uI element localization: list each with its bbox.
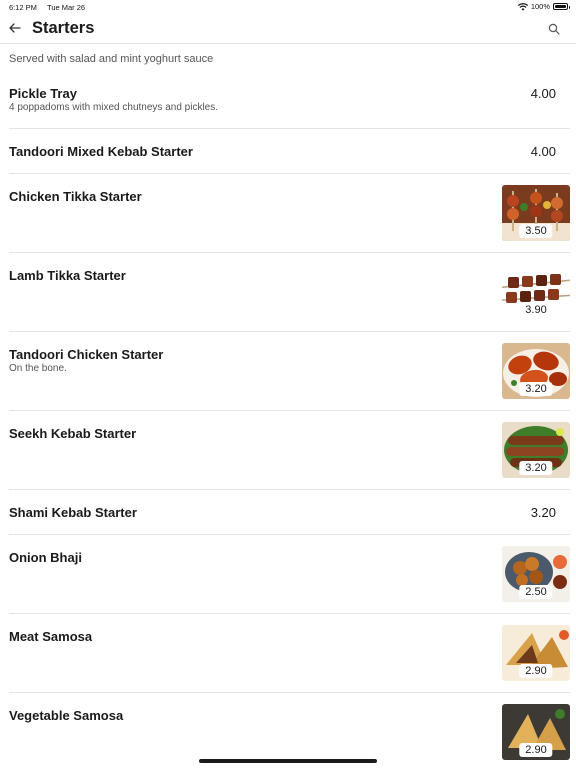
item-description: 4 poppadoms with mixed chutneys and pick…	[9, 102, 219, 113]
price-badge: 3.20	[519, 461, 553, 475]
status-left: 6:12 PM Tue Mar 26	[9, 3, 85, 12]
back-button[interactable]	[6, 19, 24, 37]
item-description: On the bone.	[9, 363, 67, 374]
price-badge: 3.20	[519, 382, 553, 396]
menu-item-tandoori-chicken[interactable]: Tandoori Chicken Starter On the bone. 3.…	[9, 332, 570, 411]
price-badge: 2.50	[519, 585, 553, 599]
menu-item-lamb-tikka[interactable]: Lamb Tikka Starter 3.90	[9, 253, 570, 332]
status-time: 6:12 PM	[9, 3, 37, 12]
home-indicator[interactable]	[199, 759, 377, 763]
status-right: 100%	[517, 2, 570, 11]
meat-samosa-photo: 2.90	[502, 625, 570, 681]
item-price: 4.00	[530, 144, 556, 159]
item-price: 4.00	[530, 86, 556, 101]
arrow-left-icon	[9, 23, 21, 33]
menu-item-seekh-kebab[interactable]: Seekh Kebab Starter 3.20	[9, 411, 570, 490]
search-icon	[548, 23, 560, 35]
item-name: Meat Samosa	[9, 629, 93, 644]
item-name: Tandoori Mixed Kebab Starter	[9, 144, 193, 159]
item-name: Shami Kebab Starter	[9, 505, 137, 520]
price-badge: 2.90	[519, 743, 553, 757]
menu-item-pickle-tray[interactable]: Pickle Tray 4 poppadoms with mixed chutn…	[9, 74, 570, 129]
page-title: Starters	[32, 19, 95, 37]
menu-item-onion-bhaji[interactable]: Onion Bhaji 2.50	[9, 535, 570, 614]
menu-item-chicken-tikka[interactable]: Chicken Tikka Starter 3.50	[9, 174, 570, 253]
status-date: Tue Mar 26	[47, 3, 86, 12]
battery-icon	[553, 3, 570, 10]
item-name: Lamb Tikka Starter	[9, 268, 126, 283]
status-bar: 6:12 PM Tue Mar 26 100%	[0, 0, 576, 14]
price-badge: 3.90	[519, 303, 553, 317]
item-name: Seekh Kebab Starter	[9, 426, 137, 441]
tandoori-chicken-photo: 3.20	[502, 343, 570, 399]
item-price: 3.20	[530, 505, 556, 520]
seekh-kebab-photo: 3.20	[502, 422, 570, 478]
nav-bar: Starters	[0, 14, 576, 44]
menu-item-shami-kebab[interactable]: Shami Kebab Starter 3.20	[9, 490, 570, 535]
vegetable-samosa-photo: 2.90	[502, 704, 570, 760]
search-button[interactable]	[548, 22, 562, 36]
item-name: Pickle Tray	[9, 86, 77, 101]
price-badge: 2.90	[519, 664, 553, 678]
item-name: Tandoori Chicken Starter	[9, 347, 164, 362]
item-name: Chicken Tikka Starter	[9, 189, 142, 204]
onion-bhaji-photo: 2.50	[502, 546, 570, 602]
menu-item-tandoori-mixed-kebab[interactable]: Tandoori Mixed Kebab Starter 4.00	[9, 129, 570, 174]
price-badge: 3.50	[519, 224, 553, 238]
section-subtitle: Served with salad and mint yoghurt sauce	[9, 53, 214, 65]
chicken-tikka-skewers-photo: 3.50	[502, 185, 570, 241]
lamb-tikka-skewers-photo: 3.90	[502, 264, 570, 320]
wifi-icon	[517, 2, 528, 11]
menu-list: Pickle Tray 4 poppadoms with mixed chutn…	[0, 74, 576, 768]
battery-percent: 100%	[530, 2, 550, 11]
menu-item-vegetable-samosa[interactable]: Vegetable Samosa 2.90	[9, 693, 570, 768]
menu-item-meat-samosa[interactable]: Meat Samosa 2.90	[9, 614, 570, 693]
item-name: Onion Bhaji	[9, 550, 82, 565]
item-name: Vegetable Samosa	[9, 708, 124, 723]
